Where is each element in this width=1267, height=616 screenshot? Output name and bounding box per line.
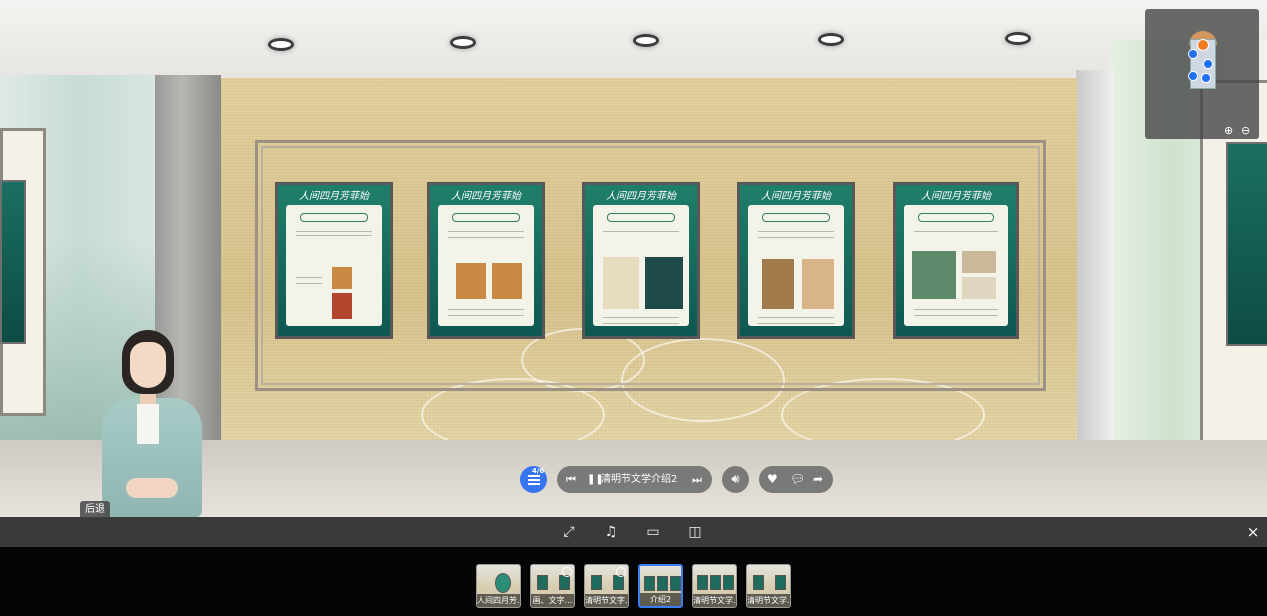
hotspot-dot[interactable]: [1201, 73, 1211, 83]
vr-glasses-icon[interactable]: ▭: [643, 522, 663, 542]
thumbnail-caption: 清明节文学...: [747, 594, 790, 607]
thumbnail-caption: 清明节文字...: [585, 594, 628, 607]
visited-check-icon: [562, 567, 572, 577]
poster-title: 人间四月芳菲始: [299, 191, 369, 202]
thumbnail-caption: 清明节文学...: [693, 594, 736, 607]
scene-thumbnail[interactable]: 人间四月芳...: [476, 564, 521, 608]
poster-title: 人间四月芳菲始: [761, 191, 831, 202]
scene-thumbnail[interactable]: 清明节文字...: [584, 564, 629, 608]
thumbnail-caption: 画、文字...: [531, 594, 574, 607]
scene-thumbnail[interactable]: 画、文字...: [530, 564, 575, 608]
track-title: 清明节文学介绍2: [601, 474, 678, 485]
ceiling-light: [818, 33, 844, 46]
hotspot-dot[interactable]: [1188, 71, 1198, 81]
virtual-guide-avatar[interactable]: [92, 328, 212, 517]
ceiling-light: [268, 38, 294, 51]
ceiling-light: [1005, 32, 1031, 45]
poster-title: 人间四月芳菲始: [606, 191, 676, 202]
scene-thumbnail-strip: [0, 547, 1267, 616]
volume-icon: 🔊︎: [731, 472, 740, 487]
list-icon: [528, 475, 540, 477]
scene-thumbnail[interactable]: 清明节文学...: [746, 564, 791, 608]
minimap[interactable]: ⊕ ⊖: [1145, 9, 1259, 139]
hotspot-dot[interactable]: [1188, 49, 1198, 59]
right-poster[interactable]: [1226, 142, 1267, 346]
heart-icon[interactable]: ♥: [767, 466, 778, 493]
exhibit-poster-5[interactable]: 人间四月芳菲始: [893, 182, 1019, 339]
volume-button[interactable]: 🔊︎: [722, 466, 749, 493]
skip-previous-icon[interactable]: ⏮: [566, 466, 576, 493]
music-icon[interactable]: ♫: [601, 522, 621, 542]
audio-player: ⏮ ❚❚ 清明节文学介绍2 ⏭: [557, 466, 712, 493]
ceiling-light: [633, 34, 659, 47]
exhibit-poster-3[interactable]: 人间四月芳菲始: [582, 182, 700, 339]
scene-thumbnail[interactable]: 清明节文学...: [692, 564, 737, 608]
thumbnail-caption: 介绍2: [640, 593, 681, 606]
exhibit-poster-4[interactable]: 人间四月芳菲始: [737, 182, 855, 339]
hotspot-dot[interactable]: [1203, 59, 1213, 69]
zoom-out-icon[interactable]: ⊖: [1241, 125, 1250, 136]
zoom-in-icon[interactable]: ⊕: [1224, 125, 1233, 136]
left-poster[interactable]: [0, 180, 26, 344]
right-pillar: [1076, 70, 1114, 445]
ceiling-light: [450, 36, 476, 49]
visited-check-icon: [616, 567, 626, 577]
current-position-marker: [1197, 39, 1209, 51]
exhibit-poster-2[interactable]: 人间四月芳菲始: [427, 182, 545, 339]
share-icon[interactable]: ➦: [813, 466, 823, 493]
poster-title: 人间四月芳菲始: [921, 191, 991, 202]
poster-title: 人间四月芳菲始: [451, 191, 521, 202]
social-actions: ♥ 💬︎ ➦: [759, 466, 833, 493]
comment-icon[interactable]: 💬︎: [790, 466, 805, 493]
back-tooltip[interactable]: 后退: [80, 501, 110, 517]
gyroscope-icon[interactable]: ◫: [685, 522, 705, 542]
playlist-count: 4/6: [532, 467, 545, 475]
bottom-toolbar: ⤢ ♫ ▭ ◫ ×: [0, 517, 1267, 547]
thumbnail-caption: 人间四月芳...: [477, 594, 520, 607]
fullscreen-icon[interactable]: ⤢: [559, 522, 579, 542]
3d-exhibition-scene[interactable]: 人间四月芳菲始 人间四月芳菲始 人间四月芳菲始 人间四月芳菲始 人间四月芳菲始 …: [0, 0, 1267, 517]
skip-next-icon[interactable]: ⏭: [692, 466, 702, 493]
exhibit-poster-1[interactable]: 人间四月芳菲始: [275, 182, 393, 339]
scene-thumbnail-active[interactable]: 介绍2: [638, 564, 683, 608]
close-button[interactable]: ×: [1243, 522, 1263, 542]
